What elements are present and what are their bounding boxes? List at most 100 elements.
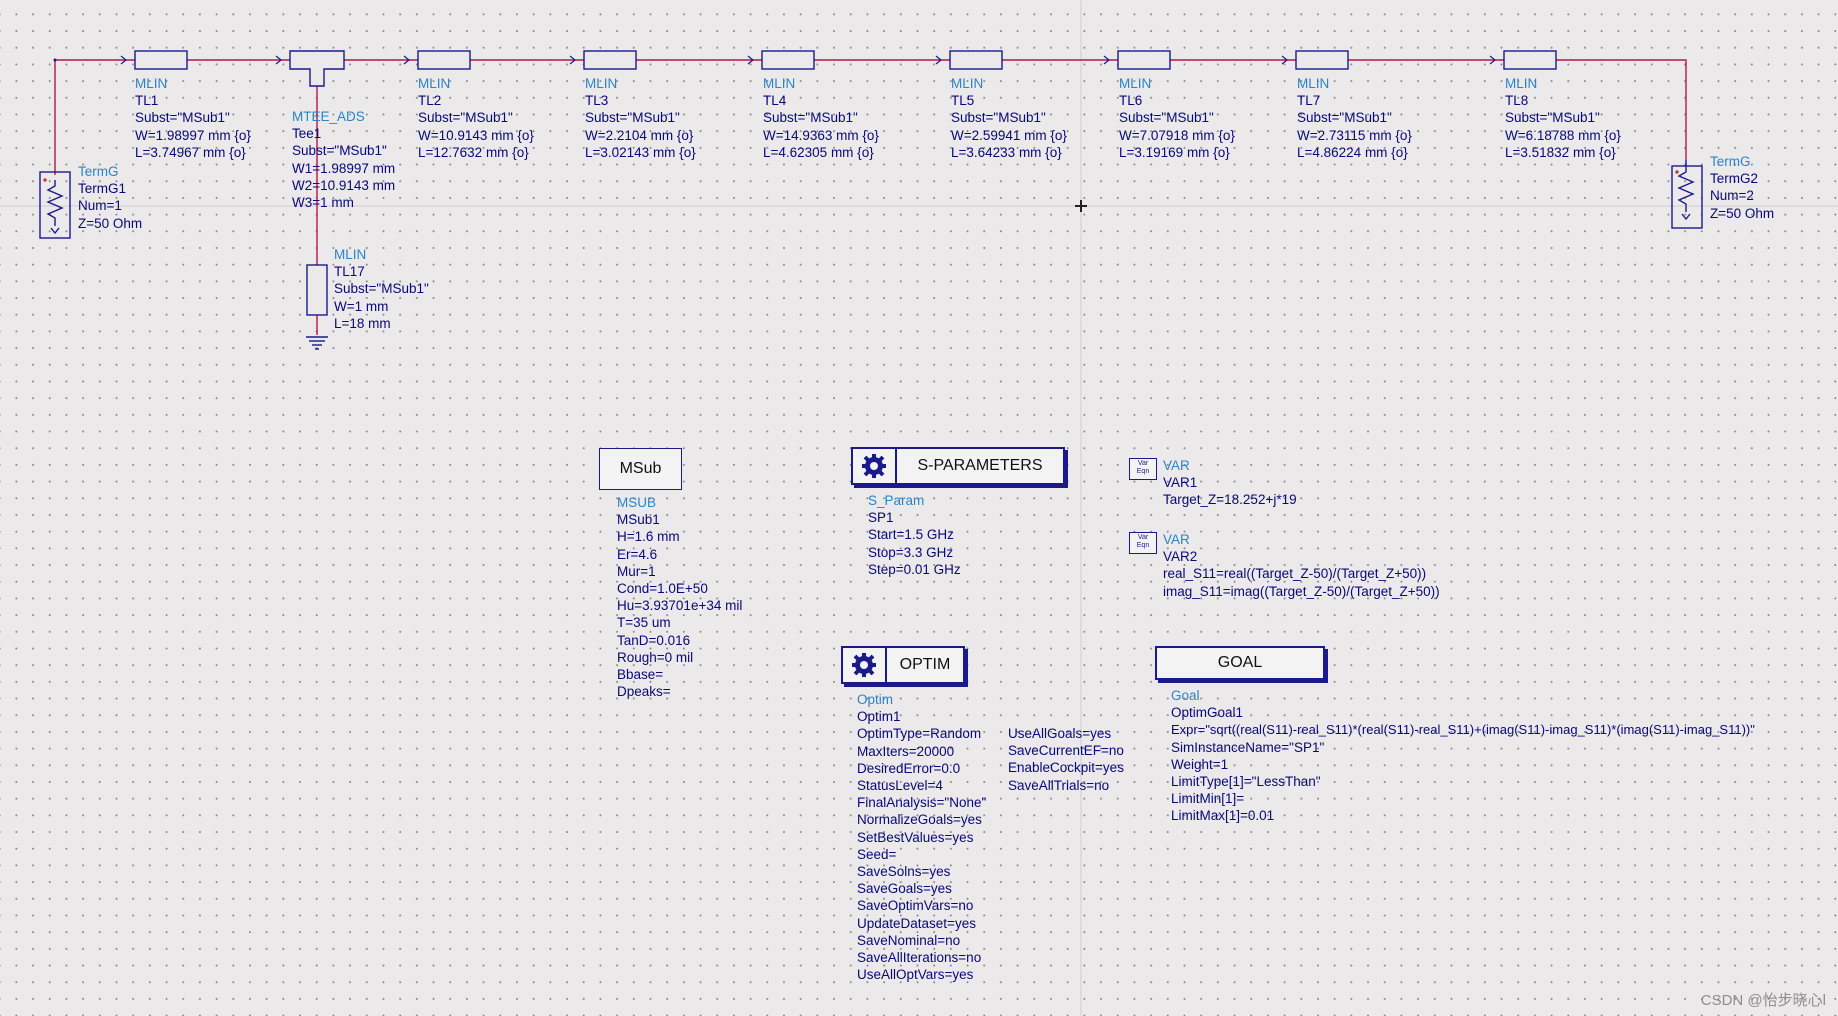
optim-title: OPTIM (899, 656, 951, 673)
tl1-symbol[interactable] (134, 50, 188, 70)
tl6-label[interactable]: MLIN TL6 Subst="MSub1" W=7.07918 mm {o} … (1119, 75, 1235, 161)
termg1-name: TermG1 (78, 181, 127, 197)
tl7-param: Subst="MSub1" (1297, 110, 1392, 126)
optim-param: OptimType=Random (857, 726, 982, 742)
goal-component-box[interactable]: GOAL (1155, 646, 1325, 680)
goal-label[interactable]: Goal OptimGoal1 Expr="sqrt((real(S11)-re… (1171, 687, 1755, 825)
cursor-crosshair-icon (1075, 200, 1087, 212)
optim-param: FinalAnalysis="None" (857, 795, 987, 811)
tl1-label[interactable]: MLIN TL1 Subst="MSub1" W=1.98997 mm {o} … (135, 75, 251, 161)
sparams-param: Start=1.5 GHz (868, 527, 954, 543)
msub-param: Bbase= (617, 667, 664, 683)
termg2-label[interactable]: TermG TermG2 Num=2 Z=50 Ohm (1710, 153, 1774, 222)
tl3-param: L=3.02143 mm {o} (585, 144, 696, 160)
tl4-param: W=14.9363 mm {o} (763, 127, 879, 143)
tl2-param: L=12.7632 mm {o} (418, 144, 529, 160)
sparams-controller-box[interactable]: S-PARAMETERS (851, 447, 1065, 485)
termg1-param: Num=1 (78, 198, 122, 214)
tl7-label[interactable]: MLIN TL7 Subst="MSub1" W=2.73115 mm {o} … (1297, 75, 1412, 161)
tee1-param: W2=10.9143 mm (292, 177, 396, 193)
var1-label[interactable]: VAR VAR1 Target_Z=18.252+j*19 (1163, 457, 1297, 509)
var2-name: VAR2 (1163, 549, 1198, 565)
tl6-name: TL6 (1119, 93, 1143, 109)
sparams-param: Stop=3.3 GHz (868, 544, 954, 560)
tl1-param: W=1.98997 mm {o} (135, 127, 251, 143)
var-eqn-icon[interactable]: Var Eqn (1129, 532, 1157, 554)
msub-param: H=1.6 mm (617, 529, 680, 545)
optim-param: SaveSolns=yes (857, 864, 951, 880)
termg2-symbol[interactable] (1671, 160, 1703, 229)
msub-label[interactable]: MSUB MSub1 H=1.6 mm Er=4.6 Mur=1 Cond=1.… (617, 494, 742, 700)
goal-param: Expr="sqrt((real(S11)-real_S11)*(real(S1… (1171, 722, 1755, 738)
var1-param: Target_Z=18.252+j*19 (1163, 492, 1297, 508)
sparams-name: SP1 (868, 510, 894, 526)
tl17-name: TL17 (334, 264, 365, 280)
eqn-icon-text: Eqn (1136, 468, 1150, 475)
tl5-label[interactable]: MLIN TL5 Subst="MSub1" W=2.59941 mm {o} … (951, 75, 1067, 161)
var2-param: imag_S11=imag((Target_Z-50)/(Target_Z+50… (1163, 583, 1440, 599)
termg2-param: Num=2 (1710, 188, 1754, 204)
optim-label-col2[interactable]: UseAllGoals=yes SaveCurrentEF=no EnableC… (1008, 725, 1124, 794)
msub-param: Cond=1.0E+50 (617, 581, 708, 597)
goal-param: LimitMin[1]= (1171, 791, 1245, 807)
optim-name: Optim1 (857, 709, 901, 725)
optim-label[interactable]: Optim Optim1 OptimType=Random MaxIters=2… (857, 691, 986, 983)
tl3-name: TL3 (585, 93, 609, 109)
tl4-label[interactable]: MLIN TL4 Subst="MSub1" W=14.9363 mm {o} … (763, 75, 879, 161)
tl1-param: Subst="MSub1" (135, 110, 230, 126)
tl8-symbol[interactable] (1503, 50, 1557, 70)
sparams-label[interactable]: S_Param SP1 Start=1.5 GHz Stop=3.3 GHz S… (868, 492, 961, 578)
msub-param: Dpeaks= (617, 684, 671, 700)
tl17-symbol[interactable] (306, 264, 328, 316)
tl3-label[interactable]: MLIN TL3 Subst="MSub1" W=2.2104 mm {o} L… (585, 75, 696, 161)
tl2-symbol[interactable] (417, 50, 471, 70)
optim-controller-box[interactable]: OPTIM (841, 646, 965, 684)
watermark: CSDN @怡步晓心l (1700, 992, 1826, 1009)
optim-param: SetBestValues=yes (857, 829, 974, 845)
tl17-label[interactable]: MLIN TL17 Subst="MSub1" W=1 mm L=18 mm (334, 246, 429, 332)
tl7-symbol[interactable] (1295, 50, 1349, 70)
optim-param: SaveOptimVars=no (857, 898, 974, 914)
tl6-symbol[interactable] (1117, 50, 1171, 70)
var1-name: VAR1 (1163, 475, 1198, 491)
ground-symbol (306, 336, 328, 350)
tl6-param: W=7.07918 mm {o} (1119, 127, 1235, 143)
tl3-param: W=2.2104 mm {o} (585, 127, 694, 143)
goal-name: OptimGoal1 (1171, 705, 1244, 721)
gear-icon (853, 449, 897, 483)
termg2-type: TermG (1710, 154, 1751, 169)
var2-param: real_S11=real((Target_Z-50)/(Target_Z+50… (1163, 566, 1427, 582)
optim-param: SaveAllIterations=no (857, 950, 982, 966)
termg1-symbol[interactable] (39, 171, 71, 239)
tl4-symbol[interactable] (761, 50, 815, 70)
optim-param: SaveCurrentEF=no (1008, 743, 1124, 759)
optim-param: MaxIters=20000 (857, 743, 955, 759)
tl6-type: MLIN (1119, 76, 1152, 91)
tl1-param: L=3.74967 mm {o} (135, 144, 246, 160)
tl6-param: Subst="MSub1" (1119, 110, 1214, 126)
tee1-param: Subst="MSub1" (292, 143, 387, 159)
tl8-label[interactable]: MLIN TL8 Subst="MSub1" W=6.18788 mm {o} … (1505, 75, 1621, 161)
tl3-symbol[interactable] (583, 50, 637, 70)
var-eqn-icon[interactable]: Var Eqn (1129, 458, 1157, 480)
var2-label[interactable]: VAR VAR2 real_S11=real((Target_Z-50)/(Ta… (1163, 531, 1440, 600)
termg1-label[interactable]: TermG TermG1 Num=1 Z=50 Ohm (78, 163, 142, 232)
tl17-param: Subst="MSub1" (334, 281, 429, 297)
termg1-type: TermG (78, 164, 119, 179)
sparams-title: S-PARAMETERS (917, 457, 1043, 474)
tl7-param: L=4.86224 mm {o} (1297, 144, 1408, 160)
goal-param: LimitType[1]="LessThan" (1171, 774, 1321, 790)
tee1-name: Tee1 (292, 126, 322, 142)
tl2-label[interactable]: MLIN TL2 Subst="MSub1" W=10.9143 mm {o} … (418, 75, 534, 161)
msub-param: Rough=0 mil (617, 649, 694, 665)
tee1-symbol[interactable] (289, 50, 345, 87)
optim-param: StatusLevel=4 (857, 778, 943, 794)
msub-component-box[interactable]: MSub (599, 448, 682, 490)
tl5-symbol[interactable] (949, 50, 1003, 70)
msub-param: Mur=1 (617, 563, 656, 579)
tl8-param: L=3.51832 mm {o} (1505, 144, 1616, 160)
tee1-label[interactable]: MTEE_ADS Tee1 Subst="MSub1" W1=1.98997 m… (292, 108, 395, 211)
msub-param: Er=4.6 (617, 546, 658, 562)
tl5-param: L=3.64233 mm {o} (951, 144, 1062, 160)
tl4-type: MLIN (763, 76, 796, 91)
